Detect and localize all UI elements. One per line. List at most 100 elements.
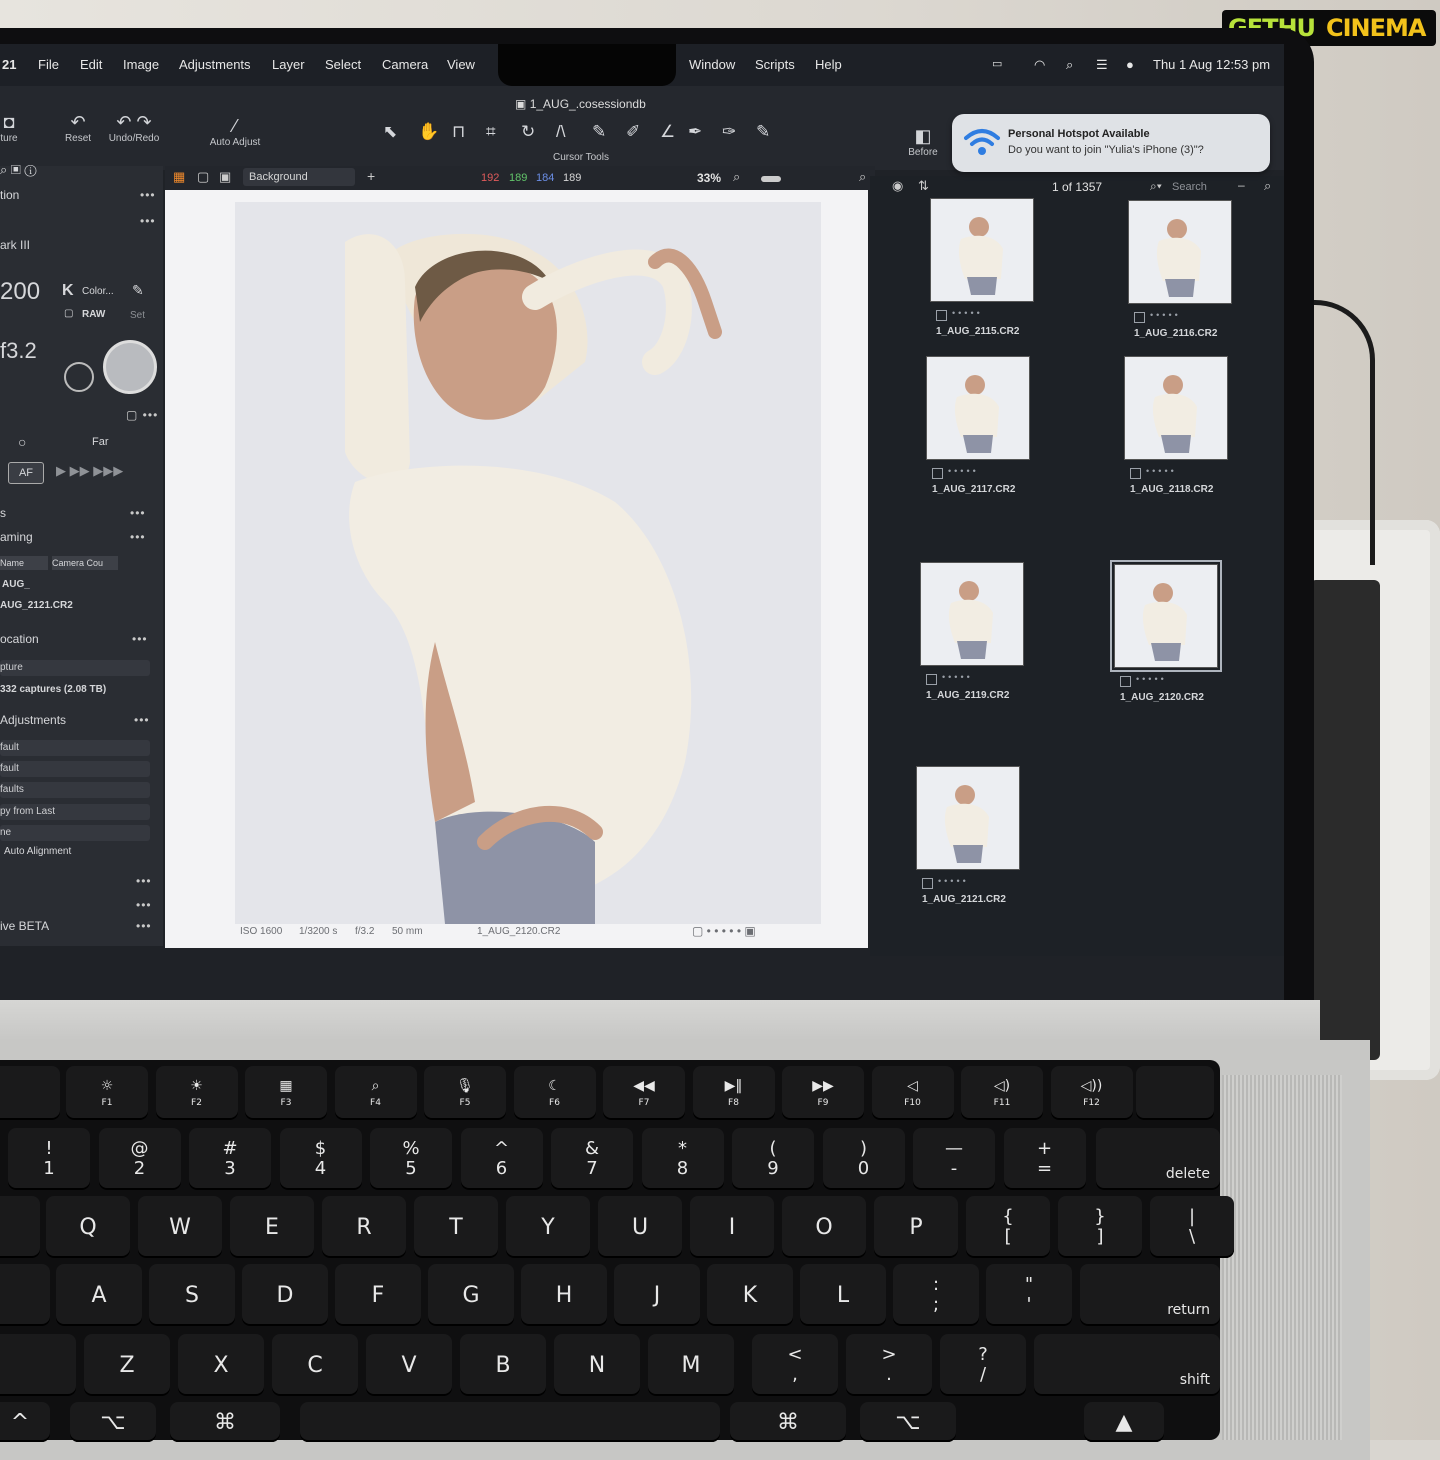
adjustment-select[interactable]: fault — [0, 740, 150, 756]
hotspot-notification[interactable]: Personal Hotspot Available Do you want t… — [952, 114, 1270, 172]
thumbnail[interactable] — [1110, 560, 1222, 672]
video-icon[interactable] — [64, 362, 94, 392]
color-label[interactable]: Color... — [82, 286, 114, 297]
collapse-icon[interactable]: – — [1238, 178, 1245, 192]
menu-file[interactable]: File — [38, 57, 59, 72]
letter-key[interactable]: V — [366, 1334, 452, 1396]
thumbnail[interactable] — [926, 356, 1030, 460]
undo-redo-button[interactable]: ↶ ↷ Undo/Redo — [104, 112, 164, 144]
letter-key[interactable]: O — [782, 1196, 866, 1258]
thumbnail-checkbox[interactable] — [936, 310, 947, 321]
letter-key[interactable]: E — [230, 1196, 314, 1258]
menu-image[interactable]: Image — [123, 57, 159, 72]
number-key[interactable]: — - — [913, 1128, 995, 1190]
modifier-key[interactable]: ⌘ — [170, 1402, 280, 1442]
menu-view[interactable]: View — [447, 57, 475, 72]
adjustment-select[interactable]: ne — [0, 825, 150, 841]
layer-select[interactable]: Background — [243, 168, 355, 186]
number-key[interactable]: @2 — [98, 1128, 181, 1190]
letter-key[interactable]: M — [648, 1334, 734, 1396]
number-key[interactable]: % 5 — [370, 1128, 452, 1190]
zoom-icon[interactable]: ⌕ — [733, 169, 740, 185]
tab-key[interactable] — [0, 1196, 40, 1258]
touch-id-key[interactable] — [1136, 1066, 1214, 1120]
function-key-5[interactable]: 🎙 F5 — [424, 1066, 506, 1120]
modifier-key[interactable]: ⌘ — [730, 1402, 846, 1442]
thumbnail-checkbox[interactable] — [1120, 676, 1131, 687]
section-menu-icon[interactable]: ••• — [136, 874, 152, 888]
add-layer-icon[interactable]: + — [367, 168, 375, 184]
iso-value[interactable]: 200 — [0, 278, 40, 306]
section-menu-icon[interactable]: ••• — [130, 530, 146, 544]
section-menu-icon[interactable]: ••• — [134, 713, 150, 727]
menu-layer[interactable]: Layer — [272, 57, 305, 72]
picker-icon[interactable]: ✑ — [722, 122, 736, 142]
thumbnail[interactable] — [930, 198, 1034, 302]
brush-icon[interactable]: ✎ — [592, 122, 606, 142]
menu-select[interactable]: Select — [325, 57, 361, 72]
rotate-icon[interactable]: ↻ — [521, 122, 535, 142]
panel-tab-icons[interactable]: ⌕ ▣ ⓘ — [0, 162, 37, 178]
thumbnail-rating[interactable]: ••••• — [952, 308, 983, 318]
thumbnail-rating[interactable]: ••••• — [1146, 466, 1177, 476]
letter-key[interactable]: Z — [84, 1334, 170, 1396]
letter-key[interactable]: H — [521, 1264, 607, 1326]
function-key-9[interactable]: ▶▶ F9 — [782, 1066, 864, 1120]
crop-icon[interactable]: ⊓ — [452, 122, 465, 142]
straighten-icon[interactable]: ⌗ — [486, 122, 496, 142]
battery-icon[interactable]: ▭ — [992, 57, 1002, 70]
main-photo[interactable] — [235, 202, 821, 924]
capture-folder-select[interactable]: pture — [0, 660, 150, 676]
menu-help[interactable]: Help — [815, 57, 842, 72]
function-key-11[interactable]: ◁) F11 — [961, 1066, 1043, 1120]
letter-key[interactable]: N — [554, 1334, 640, 1396]
menu-edit[interactable]: Edit — [80, 57, 102, 72]
bracket-key[interactable]: | \ — [1150, 1196, 1234, 1258]
select-cursor-icon[interactable]: ⬉ — [383, 122, 397, 142]
token-name[interactable]: Name — [0, 556, 48, 570]
letter-key[interactable]: K — [707, 1264, 793, 1326]
function-key-3[interactable]: ▦ F3 — [245, 1066, 327, 1120]
menu-adjustments[interactable]: Adjustments — [179, 57, 251, 72]
af-button[interactable]: AF — [8, 462, 44, 484]
thumbnail-checkbox[interactable] — [926, 674, 937, 685]
before-button[interactable]: ◧ Before — [898, 126, 948, 158]
auto-alignment-checkbox[interactable]: Auto Alignment — [4, 846, 71, 857]
thumbnail-rating[interactable]: ••••• — [942, 672, 973, 682]
function-key-12[interactable]: ◁)) F12 — [1050, 1066, 1133, 1120]
adjustment-select[interactable]: fault — [0, 761, 150, 777]
thumbnail-rating[interactable]: ••••• — [1150, 310, 1181, 320]
left-shift-key[interactable] — [0, 1334, 76, 1396]
section-menu-icon[interactable]: ••• — [132, 632, 148, 646]
modifier-key[interactable]: ⌥ — [860, 1402, 956, 1442]
letter-key[interactable]: F — [335, 1264, 421, 1326]
browser-zoom-icon[interactable]: ⌕ — [1264, 178, 1271, 194]
thumbnail-checkbox[interactable] — [1130, 468, 1141, 479]
letter-key[interactable]: W — [138, 1196, 222, 1258]
number-key[interactable]: ! 1 — [8, 1128, 90, 1190]
space-bar[interactable] — [300, 1402, 720, 1442]
function-key-1[interactable]: ☼ F1 — [66, 1066, 148, 1120]
thumbnail[interactable] — [916, 766, 1020, 870]
modifier-key[interactable]: ^ — [0, 1402, 50, 1442]
eraser-icon[interactable]: ✐ — [626, 122, 640, 142]
adjustment-select[interactable]: faults — [0, 782, 150, 798]
function-key-10[interactable]: ◁ F10 — [871, 1066, 954, 1120]
annotate-icon[interactable]: ✎ — [756, 122, 770, 142]
letter-key[interactable]: J — [614, 1264, 700, 1326]
section-menu-icon[interactable]: ••• — [140, 214, 156, 228]
menubar-clock[interactable]: Thu 1 Aug 12:53 pm — [1153, 57, 1270, 72]
zoom-level[interactable]: 33% — [697, 171, 721, 185]
sort-icon[interactable]: ⇅ — [918, 178, 929, 194]
bracket-key[interactable]: }] — [1058, 1196, 1142, 1258]
shutter-button[interactable] — [103, 340, 157, 394]
letter-key[interactable]: G — [428, 1264, 514, 1326]
menu-scripts[interactable]: Scripts — [755, 57, 795, 72]
modifier-key[interactable]: ⌥ — [70, 1402, 156, 1442]
filter-search-icon[interactable]: ⌕▾ — [1150, 179, 1162, 194]
auto-adjust-button[interactable]: ⁄ Auto Adjust — [200, 116, 270, 148]
rating-checkbox[interactable]: ▢ • • • • • ▣ — [692, 924, 756, 938]
letter-key[interactable]: T — [414, 1196, 498, 1258]
modifier-key[interactable]: ▲ — [1084, 1402, 1164, 1442]
letter-key[interactable]: U — [598, 1196, 682, 1258]
